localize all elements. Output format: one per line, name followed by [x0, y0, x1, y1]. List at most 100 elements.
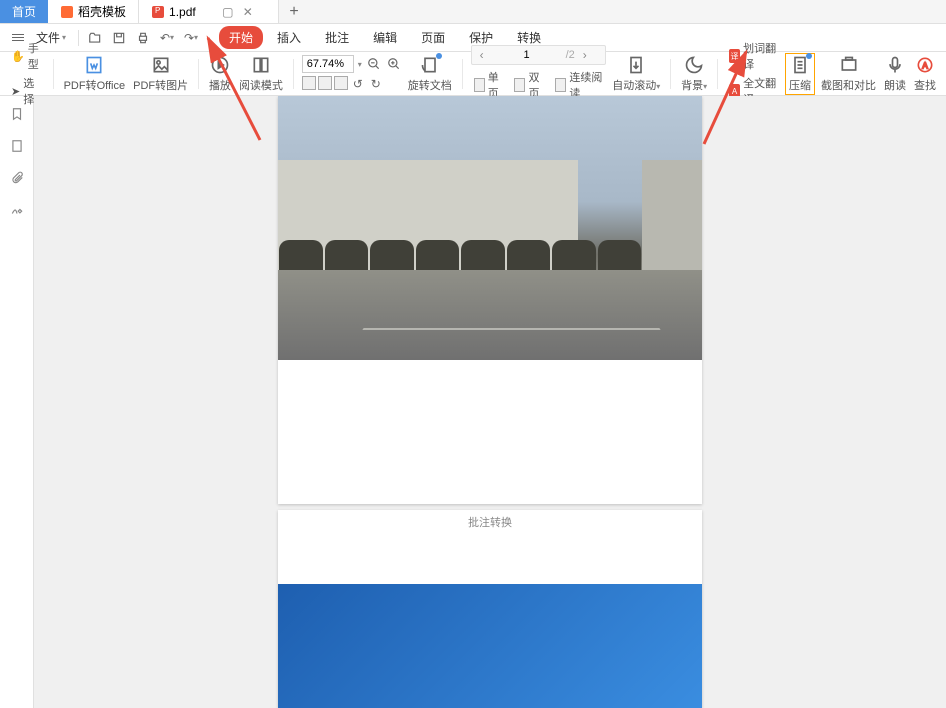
tab-pdf[interactable]: 1.pdf ▢ ✕	[139, 0, 279, 23]
separator	[198, 59, 199, 89]
find-tool[interactable]: A 查找	[912, 55, 938, 93]
auto-scroll-label: 自动滚动▾	[612, 77, 660, 93]
word-translate[interactable]: 译 划词翻译	[726, 39, 781, 73]
find-label: 查找	[914, 77, 936, 93]
tab-template-label: 稻壳模板	[78, 3, 126, 20]
hand-icon: ✋	[11, 50, 25, 63]
doke-icon	[60, 5, 74, 19]
page-image	[278, 96, 702, 360]
rotate-doc-icon	[420, 55, 440, 75]
screenshot-label: 截图和对比	[821, 77, 876, 93]
separator	[462, 59, 463, 89]
signature-icon[interactable]	[9, 202, 25, 218]
page2-image	[278, 584, 702, 708]
compress-tool[interactable]: 压缩	[785, 53, 815, 95]
main: 批注转换	[0, 96, 946, 708]
next-page-icon[interactable]: ›	[579, 48, 591, 62]
fit-width-icon[interactable]	[302, 76, 316, 90]
word-icon	[84, 55, 104, 75]
menu-page[interactable]: 页面	[411, 26, 455, 49]
tab-add[interactable]: +	[279, 0, 309, 23]
background-tool[interactable]: 背景▾	[679, 55, 709, 93]
menu-annotate[interactable]: 批注	[315, 26, 359, 49]
tab-bar: 首页 稻壳模板 1.pdf ▢ ✕ +	[0, 0, 946, 24]
double-page-icon	[514, 78, 525, 92]
separator	[670, 59, 671, 89]
microphone-icon	[885, 55, 905, 75]
zoom-input[interactable]	[302, 55, 354, 73]
auto-scroll[interactable]: 自动滚动▾	[610, 55, 662, 93]
separator	[717, 59, 718, 89]
zoom-group: ▾ ↺ ↻	[302, 55, 402, 92]
pdf-icon	[151, 5, 165, 19]
read-aloud-label: 朗读	[884, 77, 906, 93]
fit-page-icon[interactable]	[318, 76, 332, 90]
zoom-out-icon[interactable]	[366, 56, 382, 72]
book-icon	[251, 55, 271, 75]
tab-template[interactable]: 稻壳模板	[48, 0, 139, 23]
bookmark-icon[interactable]	[9, 106, 25, 122]
separator	[53, 59, 54, 89]
thumbnails-icon[interactable]	[9, 138, 25, 154]
tab-home[interactable]: 首页	[0, 0, 48, 23]
play-icon	[210, 55, 230, 75]
page-total: /2	[566, 49, 575, 61]
screenshot-tool[interactable]: 截图和对比	[819, 55, 878, 93]
print-icon[interactable]	[135, 30, 151, 46]
screenshot-icon	[839, 55, 859, 75]
prev-page-icon[interactable]: ‹	[476, 48, 488, 62]
background-label: 背景▾	[681, 77, 707, 93]
separator	[293, 59, 294, 89]
read-mode-tool[interactable]: 阅读模式	[237, 55, 285, 93]
sidebar	[0, 96, 34, 708]
rotate-right-icon[interactable]: ↻	[368, 76, 384, 92]
menu-edit[interactable]: 编辑	[363, 26, 407, 49]
zoom-dropdown-icon[interactable]: ▾	[358, 60, 362, 69]
tab-close-icon[interactable]: ✕	[240, 4, 256, 20]
attachment-icon[interactable]	[9, 170, 25, 186]
page-viewer[interactable]: 批注转换	[34, 96, 946, 708]
rotate-label: 旋转文档	[408, 77, 452, 93]
compress-label: 压缩	[789, 77, 811, 93]
rotate-left-icon[interactable]: ↺	[350, 76, 366, 92]
auto-scroll-icon	[626, 55, 646, 75]
toolbar: ✋ 手型 ➤ 选择 PDF转Office PDF转图片 播放 阅读模式 ▾	[0, 52, 946, 96]
pdf-page-1	[278, 96, 702, 504]
moon-icon	[684, 55, 704, 75]
play-tool[interactable]: 播放	[207, 55, 233, 93]
save-icon[interactable]	[111, 30, 127, 46]
pdf-to-office[interactable]: PDF转Office	[62, 55, 128, 93]
pdf-to-image[interactable]: PDF转图片	[131, 55, 190, 93]
pdf-page-2: 批注转换	[278, 510, 702, 708]
actual-size-icon[interactable]	[334, 76, 348, 90]
menu-insert[interactable]: 插入	[267, 26, 311, 49]
search-icon: A	[915, 55, 935, 75]
cursor-icon: ➤	[11, 85, 20, 98]
pdf-image-label: PDF转图片	[133, 77, 188, 93]
tab-home-label: 首页	[12, 3, 36, 20]
tab-pdf-label: 1.pdf	[169, 5, 196, 19]
read-mode-label: 阅读模式	[239, 77, 283, 93]
compress-icon	[790, 55, 810, 75]
tab-restore-icon[interactable]: ▢	[220, 4, 236, 20]
separator	[78, 30, 79, 46]
page-nav-group: ‹ /2 › 单页 双页 连续阅读	[471, 45, 607, 102]
page-input[interactable]	[492, 49, 562, 61]
redo-icon[interactable]: ↷▾	[183, 30, 199, 46]
image-icon	[151, 55, 171, 75]
rotate-doc[interactable]: 旋转文档	[406, 55, 454, 93]
chevron-down-icon: ▾	[62, 33, 66, 42]
pdf-office-label: PDF转Office	[64, 77, 126, 93]
hand-tool[interactable]: ✋ 手型	[8, 39, 45, 73]
tab-controls: ▢ ✕	[220, 4, 256, 20]
undo-icon[interactable]: ↶▾	[159, 30, 175, 46]
single-page-icon	[474, 78, 485, 92]
svg-text:A: A	[922, 60, 928, 70]
menu-start[interactable]: 开始	[219, 26, 263, 49]
zoom-in-icon[interactable]	[386, 56, 402, 72]
read-aloud-tool[interactable]: 朗读	[882, 55, 908, 93]
hand-label: 手型	[28, 40, 42, 72]
continuous-icon	[555, 78, 566, 92]
folder-open-icon[interactable]	[87, 30, 103, 46]
play-label: 播放	[209, 77, 231, 93]
